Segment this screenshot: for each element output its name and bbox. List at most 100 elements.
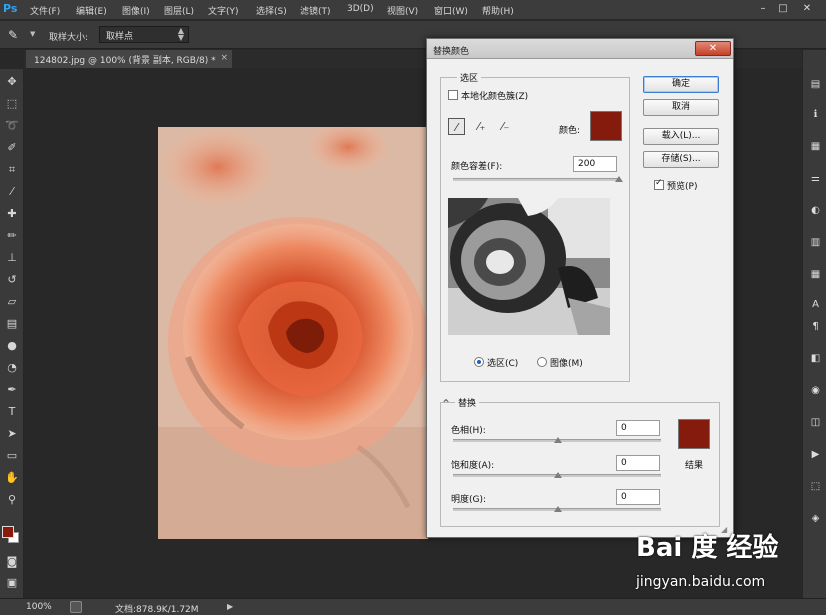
preview-checkbox[interactable] xyxy=(654,178,664,190)
sample-size-label: 取样大小: xyxy=(49,33,89,43)
close-window-button[interactable]: ✕ xyxy=(800,3,814,15)
rectangle-tool-icon[interactable]: ▭ xyxy=(2,447,22,465)
quick-mask-icon[interactable]: ◙ xyxy=(2,553,22,571)
healing-brush-tool-icon[interactable]: ✚ xyxy=(2,205,22,223)
tool-preset-caret-icon[interactable]: ▼ xyxy=(30,30,35,38)
menu-view[interactable]: 视图(V) xyxy=(387,4,418,17)
status-info-icon[interactable] xyxy=(70,601,82,613)
menu-file[interactable]: 文件(F) xyxy=(30,4,60,17)
watermark-url: jingyan.baidu.com xyxy=(636,574,766,590)
sample-size-select[interactable]: 取样点 ▲ ▼ xyxy=(99,26,189,43)
ok-button[interactable]: 确定 xyxy=(643,76,719,93)
menu-3d[interactable]: 3D(D) xyxy=(347,4,374,14)
menu-image[interactable]: 图像(I) xyxy=(122,4,150,17)
document-image[interactable] xyxy=(158,127,428,539)
hue-label: 色相(H): xyxy=(451,426,486,436)
fuzziness-input[interactable]: 200 xyxy=(573,156,617,172)
menu-select[interactable]: 选择(S) xyxy=(256,4,287,17)
document-tab[interactable]: 124802.jpg @ 100% (背景 副本, RGB/8) * × xyxy=(26,50,232,68)
panel-color-icon[interactable]: ◐ xyxy=(808,204,823,218)
close-tab-icon[interactable]: × xyxy=(220,53,228,63)
view-selection-radio[interactable] xyxy=(474,357,484,367)
dodge-tool-icon[interactable]: ◔ xyxy=(2,359,22,377)
add-to-sample-eyedropper-icon[interactable]: ⁄₊ xyxy=(473,118,490,135)
zoom-level[interactable]: 100% xyxy=(26,602,52,612)
menu-window[interactable]: 窗口(W) xyxy=(434,4,468,17)
foreground-color-swatch[interactable] xyxy=(2,526,14,538)
panel-3d-icon[interactable]: ◈ xyxy=(808,512,823,526)
panel-swatches-icon[interactable]: ▦ xyxy=(808,268,823,282)
load-button[interactable]: 载入(L)... xyxy=(643,128,719,145)
menu-help[interactable]: 帮助(H) xyxy=(482,4,514,17)
move-tool-icon[interactable]: ✥ xyxy=(2,73,22,91)
menu-bar: Ps 文件(F) 编辑(E) 图像(I) 图层(L) 文字(Y) 选择(S) 滤… xyxy=(0,0,826,20)
brush-tool-icon[interactable]: ✏ xyxy=(2,227,22,245)
panel-adjust-icon[interactable]: ⚌ xyxy=(808,172,823,186)
save-button[interactable]: 存储(S)... xyxy=(643,151,719,168)
panel-actions-icon[interactable]: ▶ xyxy=(808,448,823,462)
cancel-button[interactable]: 取消 xyxy=(643,99,719,116)
panel-paths-icon[interactable]: ◫ xyxy=(808,416,823,430)
menu-layer[interactable]: 图层(L) xyxy=(164,4,194,17)
path-selection-tool-icon[interactable]: ➤ xyxy=(2,425,22,443)
fuzziness-slider-track[interactable] xyxy=(453,178,619,181)
blur-tool-icon[interactable]: ● xyxy=(2,337,22,355)
result-color-swatch[interactable] xyxy=(678,419,710,449)
menu-edit[interactable]: 编辑(E) xyxy=(76,4,107,17)
quick-selection-tool-icon[interactable]: ✐ xyxy=(2,139,22,157)
hue-slider-thumb[interactable] xyxy=(554,437,562,443)
saturation-slider-thumb[interactable] xyxy=(554,472,562,478)
localized-clusters-label: 本地化颜色簇(Z) xyxy=(461,92,529,102)
zoom-tool-icon[interactable]: ⚲ xyxy=(2,491,22,509)
dialog-titlebar[interactable]: 替换颜色 ✕ xyxy=(427,39,733,59)
saturation-input[interactable]: 0 xyxy=(616,455,660,471)
replace-color-dialog: 替换颜色 ✕ 选区 本地化颜色簇(Z) ⁄ ⁄₊ ⁄₋ 颜色: 颜色容差(F):… xyxy=(426,38,734,538)
saturation-label: 饱和度(A): xyxy=(451,461,495,471)
lightness-slider-thumb[interactable] xyxy=(554,506,562,512)
panel-history-icon[interactable]: ▤ xyxy=(808,78,823,92)
menu-filter[interactable]: 滤镜(T) xyxy=(300,4,331,17)
panel-info-icon[interactable]: ℹ xyxy=(808,108,823,122)
lightness-label: 明度(G): xyxy=(451,495,487,505)
view-image-radio[interactable] xyxy=(537,357,547,367)
minimize-button[interactable]: – xyxy=(756,3,770,15)
pen-tool-icon[interactable]: ✒ xyxy=(2,381,22,399)
type-tool-icon[interactable]: T xyxy=(2,403,22,421)
marquee-tool-icon[interactable]: ⬚ xyxy=(2,95,22,113)
maximize-button[interactable]: □ xyxy=(776,3,790,15)
panel-layers-icon[interactable]: ◧ xyxy=(808,352,823,366)
eraser-tool-icon[interactable]: ▱ xyxy=(2,293,22,311)
panel-properties-icon[interactable]: ▦ xyxy=(808,140,823,154)
selection-color-swatch[interactable] xyxy=(590,111,622,141)
tools-panel: ✥ ⬚ ➰ ✐ ⌗ ⁄ ✚ ✏ ⊥ ↺ ▱ ▤ ● ◔ ✒ T ➤ ▭ ✋ ⚲ … xyxy=(0,69,24,598)
panel-brush-icon[interactable]: ▥ xyxy=(808,236,823,250)
crop-tool-icon[interactable]: ⌗ xyxy=(2,161,22,179)
panel-paragraph-icon[interactable]: ¶ xyxy=(808,320,823,334)
history-brush-tool-icon[interactable]: ↺ xyxy=(2,271,22,289)
screen-mode-icon[interactable]: ▣ xyxy=(2,574,22,592)
dialog-close-button[interactable]: ✕ xyxy=(695,41,731,56)
rose-image xyxy=(158,127,428,539)
document-tab-title: 124802.jpg @ 100% (背景 副本, RGB/8) * xyxy=(34,56,216,66)
eyedropper-icon[interactable]: ⁄ xyxy=(448,118,465,135)
menu-type[interactable]: 文字(Y) xyxy=(208,4,239,17)
view-image-label: 图像(M) xyxy=(550,359,583,369)
panel-channels-icon[interactable]: ◉ xyxy=(808,384,823,398)
clone-stamp-tool-icon[interactable]: ⊥ xyxy=(2,249,22,267)
localized-clusters-checkbox[interactable] xyxy=(448,90,458,100)
lasso-tool-icon[interactable]: ➰ xyxy=(2,117,22,135)
lightness-input[interactable]: 0 xyxy=(616,489,660,505)
panel-character-icon[interactable]: A xyxy=(808,298,823,312)
eyedropper-tool-icon[interactable]: ⁄ xyxy=(2,183,22,201)
subtract-from-sample-eyedropper-icon[interactable]: ⁄₋ xyxy=(497,118,514,135)
status-menu-arrow-icon[interactable]: ▶ xyxy=(227,602,233,611)
fuzziness-slider-thumb[interactable] xyxy=(615,176,623,182)
selection-preview-image[interactable] xyxy=(448,198,610,335)
eyedropper-icon[interactable]: ✎ xyxy=(8,28,18,42)
hue-input[interactable]: 0 xyxy=(616,420,660,436)
hand-tool-icon[interactable]: ✋ xyxy=(2,469,22,487)
preview-label: 预览(P) xyxy=(667,182,698,192)
gradient-tool-icon[interactable]: ▤ xyxy=(2,315,22,333)
panel-styles-icon[interactable]: ⬚ xyxy=(808,480,823,494)
status-bar: 100% 文档:878.9K/1.72M ▶ xyxy=(0,598,826,615)
